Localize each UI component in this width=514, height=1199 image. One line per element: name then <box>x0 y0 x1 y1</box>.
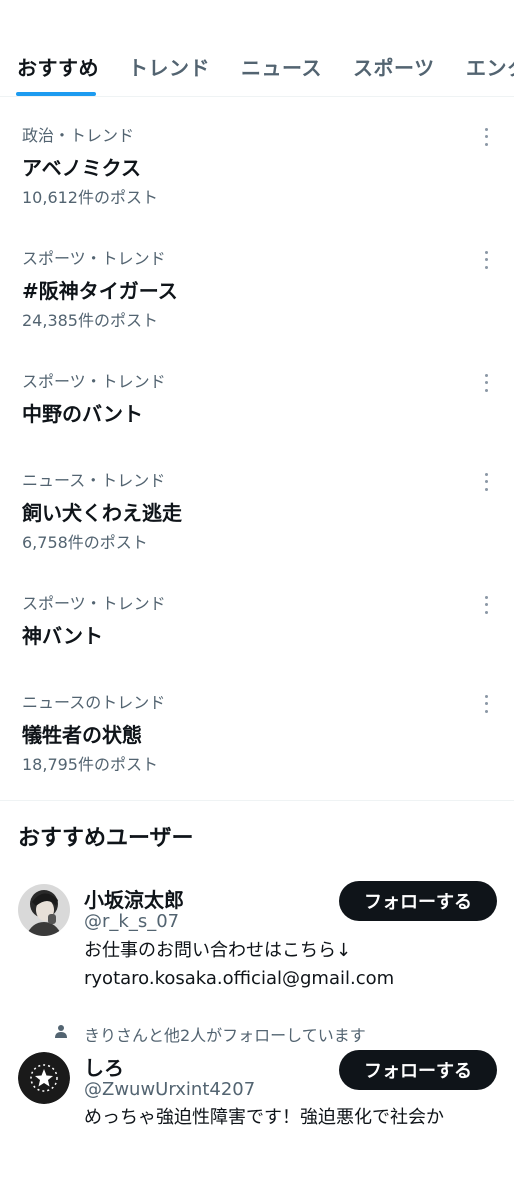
trend-item[interactable]: ニュースのトレンド 犠牲者の状態 18,795件のポスト <box>0 689 514 779</box>
tab-news[interactable]: ニュース <box>241 52 322 81</box>
trend-name: 中野のバント <box>22 402 143 426</box>
person-icon <box>55 1025 67 1038</box>
trend-category: スポーツ・トレンド <box>22 372 166 391</box>
more-options-icon[interactable] <box>478 693 494 715</box>
more-options-icon[interactable] <box>478 372 494 394</box>
more-options-icon[interactable] <box>478 471 494 493</box>
more-options-icon[interactable] <box>478 126 494 148</box>
trend-name: #阪神タイガース <box>22 279 178 303</box>
tab-for-you[interactable]: おすすめ <box>17 52 99 81</box>
tab-entertainment[interactable]: エンタ <box>466 52 514 81</box>
trend-item[interactable]: 政治・トレンド アベノミクス 10,612件のポスト <box>0 122 514 212</box>
trend-item[interactable]: スポーツ・トレンド 中野のバント <box>0 368 514 428</box>
trend-category: スポーツ・トレンド <box>22 594 166 613</box>
more-options-icon[interactable] <box>478 249 494 271</box>
trend-item[interactable]: スポーツ・トレンド #阪神タイガース 24,385件のポスト <box>0 245 514 335</box>
section-divider <box>0 800 514 801</box>
user-bio-email[interactable]: ryotaro.kosaka.official@gmail.com <box>84 964 394 994</box>
trend-category: 政治・トレンド <box>22 126 135 145</box>
trend-post-count: 24,385件のポスト <box>22 311 158 330</box>
follow-button[interactable]: フォローする <box>339 1050 497 1090</box>
follow-button[interactable]: フォローする <box>339 881 497 921</box>
trend-post-count: 10,612件のポスト <box>22 188 158 207</box>
trend-post-count: 6,758件のポスト <box>22 533 148 552</box>
avatar[interactable] <box>18 884 70 936</box>
active-tab-indicator <box>16 92 96 96</box>
trend-category: スポーツ・トレンド <box>22 249 166 268</box>
trend-item[interactable]: スポーツ・トレンド 神バント <box>0 590 514 650</box>
trend-post-count: 18,795件のポスト <box>22 755 158 774</box>
user-display-name[interactable]: しろ <box>84 1052 124 1081</box>
tab-trending[interactable]: トレンド <box>128 52 210 81</box>
who-to-follow-title: おすすめユーザー <box>18 826 194 851</box>
trend-name: 神バント <box>22 624 103 648</box>
trend-category: ニュースのトレンド <box>22 693 166 712</box>
user-handle: @ZwuwUrxint4207 <box>84 1079 256 1100</box>
user-handle: @r_k_s_07 <box>84 911 180 932</box>
user-bio-line: お仕事のお問い合わせはこちら↓ <box>84 940 352 961</box>
trend-name: 飼い犬くわえ逃走 <box>22 501 182 525</box>
trend-category: ニュース・トレンド <box>22 471 166 490</box>
trend-item[interactable]: ニュース・トレンド 飼い犬くわえ逃走 6,758件のポスト <box>0 467 514 557</box>
avatar[interactable] <box>18 1052 70 1104</box>
user-bio-line: めっちゃ強迫性障害です！強迫悪化で社会か <box>84 1107 444 1128</box>
more-options-icon[interactable] <box>478 594 494 616</box>
tab-sports[interactable]: スポーツ <box>353 52 435 81</box>
trend-name: 犠牲者の状態 <box>22 723 142 747</box>
user-display-name[interactable]: 小坂涼太郎 <box>84 884 184 913</box>
trend-name: アベノミクス <box>22 156 141 180</box>
star-badge-icon <box>18 1052 70 1104</box>
explore-tabs: おすすめ トレンド ニュース スポーツ エンタ <box>0 0 514 97</box>
social-context: きりさんと他2人がフォローしています <box>84 1026 366 1045</box>
